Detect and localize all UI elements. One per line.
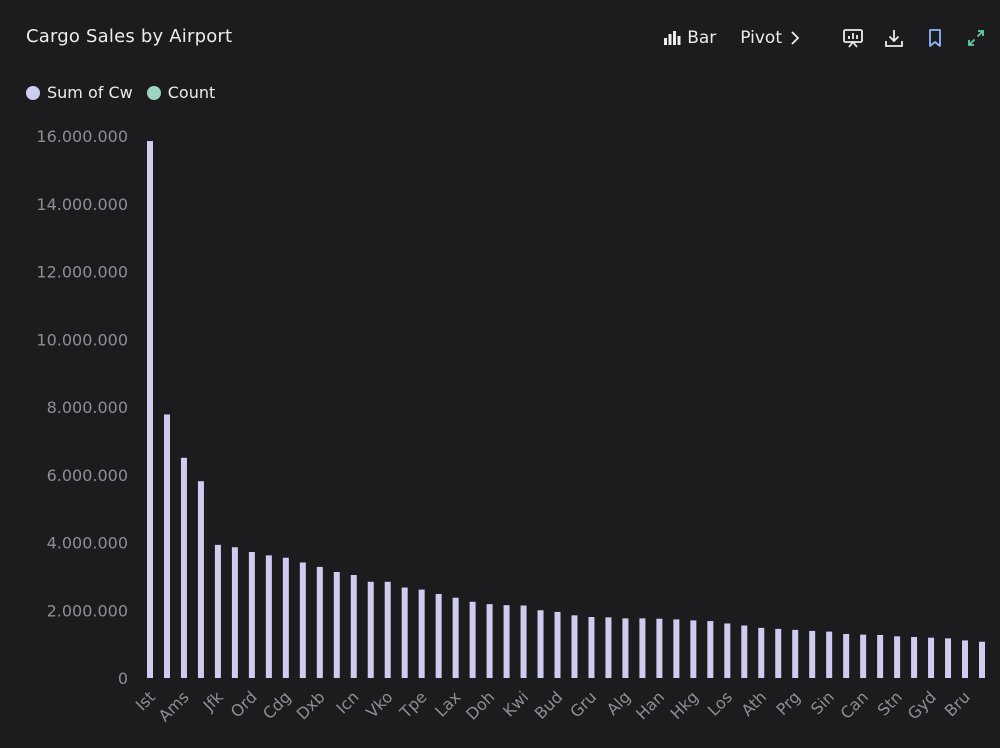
x-tick-label: Ord bbox=[227, 687, 261, 721]
bars bbox=[147, 141, 985, 678]
y-tick-label: 2.000.000 bbox=[47, 601, 128, 620]
bar[interactable] bbox=[945, 638, 952, 678]
x-tick-label: Prg bbox=[772, 687, 804, 719]
x-tick-label: Cdg bbox=[259, 687, 295, 723]
bar[interactable] bbox=[673, 619, 680, 678]
x-tick-label: Lax bbox=[431, 687, 464, 720]
bar[interactable] bbox=[333, 571, 340, 678]
bar[interactable] bbox=[384, 581, 391, 678]
bar[interactable] bbox=[231, 547, 238, 678]
bar[interactable] bbox=[503, 605, 510, 678]
x-tick-label: Stn bbox=[874, 687, 906, 719]
bar[interactable] bbox=[656, 618, 663, 678]
bar[interactable] bbox=[928, 637, 935, 678]
y-tick-label: 4.000.000 bbox=[47, 534, 128, 553]
bar[interactable] bbox=[860, 634, 867, 678]
bar[interactable] bbox=[809, 630, 816, 678]
bar[interactable] bbox=[571, 615, 578, 678]
x-tick-label: Jfk bbox=[199, 687, 228, 716]
bar[interactable] bbox=[265, 555, 272, 678]
x-tick-label: Ist bbox=[132, 687, 159, 714]
y-tick-label: 16.000.000 bbox=[36, 127, 128, 146]
bar-chart: 0 2.000.000 4.000.000 6.000.000 8.000.000 10.… bbox=[36, 127, 985, 726]
x-axis: IstAms Jfk OrdCdgDxb Icn Vko Tpe LaxDoh KwiBud G… bbox=[132, 687, 974, 726]
bar[interactable] bbox=[690, 620, 697, 678]
bar[interactable] bbox=[605, 617, 612, 678]
bar[interactable] bbox=[214, 544, 221, 678]
bar[interactable] bbox=[163, 414, 170, 678]
bar[interactable] bbox=[248, 551, 255, 678]
y-tick-label: 8.000.000 bbox=[47, 398, 128, 417]
bar[interactable] bbox=[741, 625, 748, 678]
bar[interactable] bbox=[435, 593, 442, 678]
bar[interactable] bbox=[299, 562, 306, 678]
bar[interactable] bbox=[877, 634, 884, 678]
bar[interactable] bbox=[639, 618, 646, 678]
x-tick-label: Han bbox=[632, 687, 668, 723]
y-tick-label: 0 bbox=[118, 669, 128, 688]
bar[interactable] bbox=[418, 589, 425, 678]
bar[interactable] bbox=[724, 623, 731, 678]
x-tick-label: Los bbox=[704, 687, 736, 719]
bar[interactable] bbox=[350, 575, 357, 678]
bar[interactable] bbox=[979, 641, 985, 678]
bar[interactable] bbox=[282, 557, 289, 678]
bar[interactable] bbox=[537, 610, 544, 678]
x-tick-label: Sin bbox=[807, 687, 838, 718]
bar[interactable] bbox=[758, 627, 765, 678]
x-tick-label: Dxb bbox=[293, 687, 329, 723]
bar[interactable] bbox=[792, 629, 799, 678]
x-tick-label: Ath bbox=[738, 687, 771, 720]
x-tick-label: Doh bbox=[462, 687, 498, 723]
y-tick-label: 10.000.000 bbox=[36, 330, 128, 349]
bar[interactable] bbox=[147, 141, 153, 678]
x-tick-label: Icn bbox=[332, 687, 362, 717]
bar[interactable] bbox=[401, 587, 408, 678]
y-tick-label: 12.000.000 bbox=[36, 263, 128, 282]
x-tick-label: Kwi bbox=[499, 687, 532, 720]
bar[interactable] bbox=[843, 633, 850, 678]
bar[interactable] bbox=[486, 604, 493, 678]
x-tick-label: Alg bbox=[603, 687, 634, 718]
x-tick-label: Bru bbox=[941, 687, 974, 720]
x-tick-label: Hkg bbox=[666, 687, 702, 723]
bar[interactable] bbox=[622, 618, 629, 678]
x-tick-label: Vko bbox=[362, 687, 396, 721]
x-tick-label: Gru bbox=[566, 687, 600, 721]
y-axis: 0 2.000.000 4.000.000 6.000.000 8.000.000 10.… bbox=[36, 127, 128, 688]
x-tick-label: Can bbox=[837, 687, 872, 722]
x-tick-label: Ams bbox=[155, 687, 193, 725]
bar[interactable] bbox=[826, 631, 833, 678]
y-tick-label: 6.000.000 bbox=[47, 466, 128, 485]
bar[interactable] bbox=[197, 481, 204, 678]
bar[interactable] bbox=[911, 637, 918, 678]
bar[interactable] bbox=[520, 605, 527, 678]
bar[interactable] bbox=[367, 581, 374, 678]
x-tick-label: Bud bbox=[531, 687, 567, 723]
bar[interactable] bbox=[962, 640, 969, 678]
bar[interactable] bbox=[469, 601, 476, 678]
y-tick-label: 14.000.000 bbox=[36, 195, 128, 214]
x-tick-label: Tpe bbox=[395, 687, 430, 722]
bar[interactable] bbox=[775, 628, 782, 678]
bar[interactable] bbox=[707, 621, 714, 678]
bar[interactable] bbox=[180, 457, 187, 678]
bar[interactable] bbox=[588, 617, 595, 678]
bar[interactable] bbox=[316, 566, 323, 678]
bar[interactable] bbox=[894, 636, 901, 678]
bar[interactable] bbox=[452, 597, 459, 678]
bar[interactable] bbox=[554, 611, 561, 678]
x-tick-label: Gyd bbox=[904, 687, 940, 723]
